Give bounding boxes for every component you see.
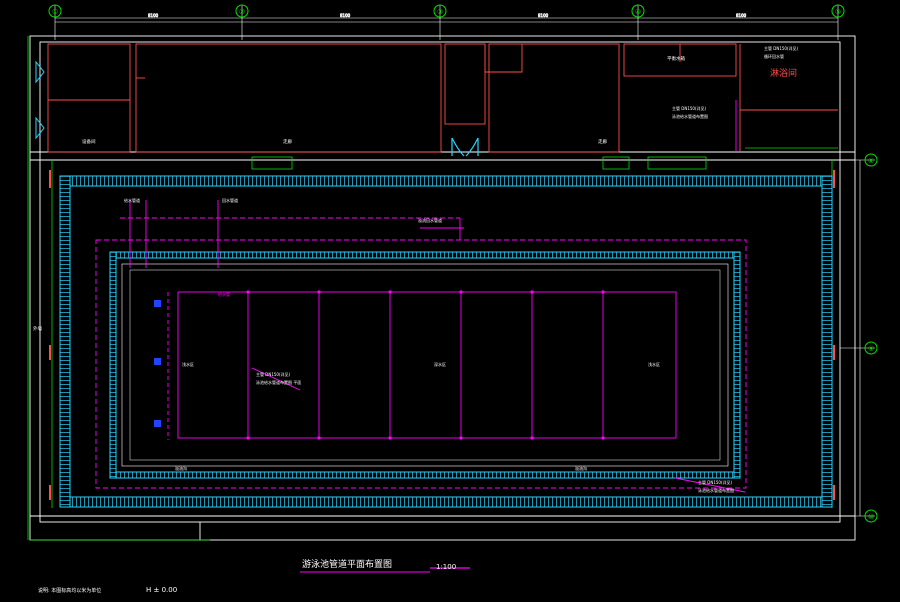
grid-axes: 8100 8100 8100 8100 — [54, 5, 839, 40]
outer-wall — [29, 35, 856, 541]
basin-floor-line — [129, 269, 721, 461]
drain-box-2 — [602, 156, 630, 170]
footer-elevation: H ± 0.00 — [146, 586, 177, 594]
note-mid-right-b: 泳池给水管道布置图 — [672, 113, 708, 119]
grid-label-1: ① — [52, 8, 58, 16]
upper-rooms — [47, 43, 838, 153]
label-left-wall: 外墙 — [33, 325, 42, 332]
inlet-fitting-3 — [154, 420, 161, 427]
wall-jog — [484, 44, 523, 73]
label-pool-right: 浅水区 — [648, 361, 660, 367]
note-inner-a: 主管 DN150(详见) — [256, 371, 291, 377]
note-top-right-b: 循环回水管 — [764, 53, 784, 59]
label-overflow-a: 溢流沟 — [175, 465, 187, 471]
pool-pipe-plan-drawing: 8100 8100 8100 8100 ① ② ③ ④ ⑤ ⑧ ⑨ ⑩ 设备间 … — [27, 4, 878, 594]
dim-text-2: 8100 — [340, 13, 351, 18]
room-label-corridor-right: 走廊 — [598, 138, 607, 145]
inlet-fittings — [154, 300, 161, 427]
room-label-sauna: 淋浴间 — [770, 67, 797, 79]
note-bottom-a: 主管 DN150(详见) — [698, 479, 733, 485]
note-top-right-a: 主管 DN150(详见) — [764, 45, 799, 51]
basin-edge-top — [109, 251, 741, 259]
gutter-bottom — [59, 496, 833, 508]
grid-label-2: ② — [239, 8, 245, 16]
gutter-left — [59, 175, 71, 508]
inlet-fitting-1 — [154, 300, 161, 307]
label-supply-pipe: 给水管道 — [124, 197, 140, 203]
basin-edge-bottom — [109, 471, 741, 479]
label-main-pipe: 给水管 — [218, 291, 230, 297]
label-overflow-pipe: 溢流回水管道 — [418, 217, 442, 223]
grid-axes-right — [840, 159, 875, 517]
dim-text-1: 8100 — [148, 13, 159, 18]
drain-box-1 — [251, 156, 293, 170]
label-overflow-b: 溢流沟 — [575, 465, 587, 471]
pool-basin — [109, 251, 741, 479]
room-left — [47, 43, 131, 153]
door-and-rails — [27, 36, 838, 541]
note-bottom-b: 泳池给水管道布置图 — [698, 487, 734, 493]
gutter-right — [821, 175, 833, 508]
dim-text-4: 8100 — [736, 13, 747, 18]
drawing-title: 游泳池管道平面布置图 — [302, 558, 392, 570]
drain-box-3 — [647, 156, 707, 170]
drawing-scale: 1:100 — [436, 563, 456, 571]
note-mid-right-a: 主管 DN150(详见) — [672, 105, 707, 111]
basin-edge-right — [733, 251, 741, 479]
room-label-corridor-left: 走廊 — [283, 138, 292, 145]
inlet-fitting-2 — [154, 358, 161, 365]
room-corridor-left — [135, 43, 442, 153]
gutter-top — [59, 175, 833, 187]
grid-bubbles-top — [48, 4, 845, 18]
grid-label-r2: ⑨ — [868, 345, 874, 353]
grid-label-3: ③ — [437, 8, 443, 16]
pipe-nodes — [246, 290, 605, 440]
pipe-grid-frame — [177, 291, 677, 439]
grid-label-r3: ⑩ — [868, 513, 874, 521]
label-return-pipe: 回水管道 — [222, 197, 238, 203]
room-label-equip: 平衡水箱 — [667, 55, 685, 62]
label-pool-center: 深水区 — [434, 361, 446, 367]
basin-edge-left — [109, 251, 117, 479]
room-entrance — [444, 43, 486, 125]
grid-label-r1: ⑧ — [868, 157, 874, 165]
dim-text-3: 8100 — [538, 13, 549, 18]
building-walls — [29, 35, 856, 541]
grid-label-5: ⑤ — [835, 8, 841, 16]
note-inner-b: 泳池给水管道布置图 平面 — [256, 379, 301, 385]
room-corridor-right — [488, 43, 620, 153]
pool-deck-gutter — [59, 175, 833, 508]
room-label-left: 设备间 — [82, 138, 96, 145]
basin-inner-line — [121, 263, 729, 467]
footer-note: 说明: 本图标高均以米为单位 — [38, 587, 101, 594]
label-pool-left: 浅水区 — [182, 361, 194, 367]
entrance-door-icon — [451, 137, 479, 157]
grid-label-4: ④ — [635, 8, 641, 16]
